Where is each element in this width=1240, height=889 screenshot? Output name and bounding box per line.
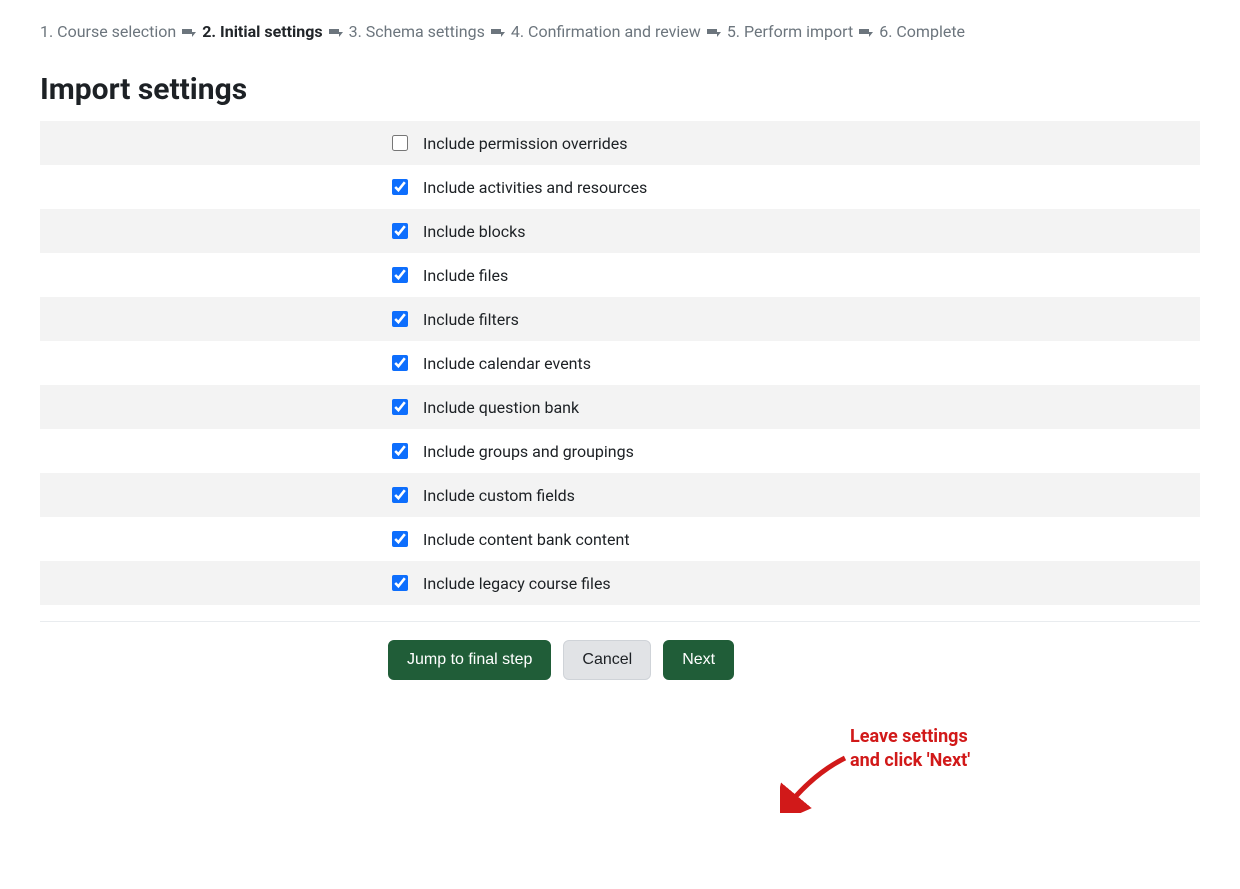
progress-step-2: 2. Initial settings	[202, 22, 322, 41]
setting-checkbox[interactable]	[392, 355, 408, 371]
progress-separator-icon	[329, 28, 343, 38]
setting-row: Include filters	[40, 297, 1200, 341]
progress-separator-icon	[859, 28, 873, 38]
setting-field: Include calendar events	[388, 352, 591, 374]
setting-label[interactable]: Include permission overrides	[423, 134, 628, 153]
setting-field: Include permission overrides	[388, 132, 628, 154]
progress-separator-icon	[707, 28, 721, 38]
setting-label[interactable]: Include activities and resources	[423, 178, 647, 197]
annotation-arrow-icon	[780, 753, 850, 813]
setting-field: Include activities and resources	[388, 176, 647, 198]
setting-field: Include files	[388, 264, 508, 286]
setting-row: Include permission overrides	[40, 121, 1200, 165]
setting-checkbox[interactable]	[392, 267, 408, 283]
button-row: Jump to final step Cancel Next	[40, 640, 1200, 680]
setting-row: Include groups and groupings	[40, 429, 1200, 473]
progress-bar: 1. Course selection 2. Initial settings 3.…	[40, 20, 1200, 44]
progress-step-3: 3. Schema settings	[349, 22, 485, 41]
setting-field: Include custom fields	[388, 484, 575, 506]
setting-checkbox[interactable]	[392, 179, 408, 195]
progress-step-4: 4. Confirmation and review	[511, 22, 701, 41]
progress-separator-icon	[491, 28, 505, 38]
setting-row: Include blocks	[40, 209, 1200, 253]
setting-label[interactable]: Include question bank	[423, 398, 579, 417]
setting-label[interactable]: Include custom fields	[423, 486, 575, 505]
setting-checkbox[interactable]	[392, 399, 408, 415]
setting-label[interactable]: Include legacy course files	[423, 574, 611, 593]
setting-checkbox[interactable]	[392, 443, 408, 459]
setting-checkbox[interactable]	[392, 135, 408, 151]
setting-field: Include groups and groupings	[388, 440, 634, 462]
divider	[40, 621, 1200, 622]
setting-row: Include activities and resources	[40, 165, 1200, 209]
setting-label[interactable]: Include groups and groupings	[423, 442, 634, 461]
setting-label[interactable]: Include content bank content	[423, 530, 630, 549]
setting-row: Include calendar events	[40, 341, 1200, 385]
setting-label[interactable]: Include blocks	[423, 222, 526, 241]
setting-checkbox[interactable]	[392, 223, 408, 239]
progress-step-6: 6. Complete	[879, 22, 965, 41]
setting-checkbox[interactable]	[392, 531, 408, 547]
annotation-line2: and click 'Next'	[850, 749, 970, 773]
jump-to-final-step-button[interactable]: Jump to final step	[388, 640, 551, 680]
setting-row: Include files	[40, 253, 1200, 297]
setting-checkbox[interactable]	[392, 575, 408, 591]
progress-step-1: 1. Course selection	[40, 22, 176, 41]
setting-checkbox[interactable]	[392, 311, 408, 327]
setting-row: Include content bank content	[40, 517, 1200, 561]
setting-field: Include question bank	[388, 396, 579, 418]
setting-field: Include content bank content	[388, 528, 630, 550]
cancel-button[interactable]: Cancel	[563, 640, 651, 680]
setting-label[interactable]: Include calendar events	[423, 354, 591, 373]
setting-row: Include question bank	[40, 385, 1200, 429]
annotation-callout: Leave settings and click 'Next'	[850, 725, 970, 774]
annotation-line1: Leave settings	[850, 725, 970, 749]
progress-separator-icon	[182, 28, 196, 38]
page-title: Import settings	[40, 72, 1200, 107]
setting-field: Include filters	[388, 308, 519, 330]
progress-step-5: 5. Perform import	[727, 22, 853, 41]
setting-field: Include blocks	[388, 220, 526, 242]
setting-row: Include custom fields	[40, 473, 1200, 517]
setting-field: Include legacy course files	[388, 572, 611, 594]
setting-checkbox[interactable]	[392, 487, 408, 503]
setting-label[interactable]: Include filters	[423, 310, 519, 329]
setting-row: Include legacy course files	[40, 561, 1200, 605]
next-button[interactable]: Next	[663, 640, 734, 680]
setting-label[interactable]: Include files	[423, 266, 508, 285]
